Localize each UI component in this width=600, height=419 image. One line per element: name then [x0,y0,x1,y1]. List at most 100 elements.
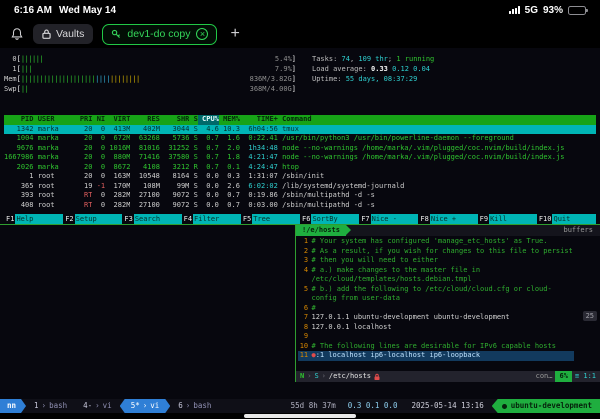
meter-bar: || 368M/4.00G [21,84,292,94]
meter-bar: ||| 7.9% [21,64,292,74]
col-pri: PRI [76,115,93,125]
lock-icon [42,29,51,39]
function-key-number: F6 [300,214,311,224]
meter-bar-used: |||||| [21,54,43,64]
vim-line: 9 [298,332,574,342]
terminal-screen[interactable]: 0 [ |||||| 5.4% ] 1 [ ||| [0,48,600,399]
function-key-button[interactable]: F2 Setup [63,214,122,224]
tmux-window-list: 1 › bash 4- › vi 5* › vi 6 › bash [26,399,219,413]
function-key-button[interactable]: F6 SortBy [300,214,359,224]
window-index: 5* [131,399,140,413]
function-key-button[interactable]: F8 Nice + [418,214,477,224]
cell-ni: 0 [92,163,105,173]
vim-line: 7 127.0.1.1 ubuntu-development ubuntu-de… [298,313,574,323]
line-number: 7 [298,313,311,323]
vim-buffer-content[interactable]: 1 # Your system has configured 'manage_e… [296,236,600,371]
cell-state: S [189,125,197,135]
cell-cpu: 0.0 [198,172,219,182]
process-row: 393 root RT 0 282M 27100 9072 S 0.0 0.7 … [4,191,596,201]
tmux-window-item[interactable]: 1 › bash [26,399,75,413]
meter-close-bracket: ] [292,64,296,74]
process-table: 1342 marka 20 0 413M 402M 3044 S 4.6 10.… [4,125,596,211]
cell-pid: 1342 [4,125,34,135]
meter-row: Swp [ || 368M/4.00G ] [4,84,296,94]
meter-close-bracket: ] [292,74,296,84]
tab-close-button[interactable]: × [196,28,208,40]
bell-icon [10,27,24,41]
function-key-number: F9 [478,214,489,224]
kernel-log-pane[interactable] [0,225,296,382]
tab-title: dev1-do copy [127,28,190,40]
process-table-header[interactable]: PID USER PRI NI VIRT RES SHR S CPU% MEM%… [4,115,596,125]
process-row: 1342 marka 20 0 413M 402M 3044 S 4.6 10.… [4,125,596,135]
notifications-bell-button[interactable] [10,27,24,41]
cell-mem: 1.8 [219,153,240,163]
line-text: 127.0.0.1 localhost [311,323,574,333]
window-index: 1 [34,399,39,413]
terminal-tab-active[interactable]: dev1-do copy × [102,24,217,45]
meter-label: Mem [4,74,17,84]
col-ni: NI [92,115,105,125]
status-time-date: 6:16 AM Wed May 14 [14,5,116,16]
process-row: 1 root 20 0 163M 10548 8164 S 0.0 0.3 1:… [4,172,596,182]
cell-user: marka [34,125,76,135]
tasks-line: Tasks: 74, 109 thr; 1 running [312,54,434,64]
function-key-button[interactable]: F1 Help [4,214,63,224]
clock-text: 6:16 AM [14,5,52,16]
cell-virt: 282M [105,191,130,201]
col-mem: MEM% [219,115,240,125]
vim-buffer-tab[interactable]: !/e/hosts [296,225,346,236]
tmux-window-item[interactable]: 4- › vi [75,399,120,413]
meter-label: 0 [4,54,17,64]
cell-command: /sbin/multipathd -d -s [278,201,596,211]
cell-time: 0:19.86 [240,191,278,201]
cell-shr: 3212 [160,163,190,173]
cell-shr: 9072 [160,201,190,211]
line-text: # b.) add the following to /etc/cloud/cl… [311,285,574,304]
tmux-hostname-segment: ubuntu-development [492,399,600,413]
cell-mem: 0.7 [219,201,240,211]
vim-tabline: !/e/hosts buffers [296,225,600,236]
cell-cpu: 0.7 [198,153,219,163]
vim-pane[interactable]: !/e/hosts buffers 1 # Your system has co… [296,225,600,382]
cell-pri: 20 [76,134,93,144]
window-name: bash [49,399,67,413]
home-indicator[interactable] [244,414,356,418]
cell-virt: 282M [105,201,130,211]
vim-flag: S [312,371,320,382]
cell-time: 6:02:02 [240,182,278,192]
tmux-window-item[interactable]: 6 › bash [170,399,219,413]
cell-cpu: 0.7 [198,144,219,154]
function-key-button[interactable]: F9 Kill [478,214,537,224]
function-key-button[interactable]: F10 Quit [537,214,596,224]
vim-line: 4 # a.) make changes to the master file … [298,266,574,285]
cell-mem: 2.6 [219,182,240,192]
cell-cpu: 0.0 [198,191,219,201]
vaults-button[interactable]: Vaults [33,24,93,44]
process-row: 2026 marka 20 0 8672 4108 3212 R 0.7 0.1… [4,163,596,173]
htop-pane[interactable]: 0 [ |||||| 5.4% ] 1 [ ||| [0,48,600,224]
cell-cpu: 0.0 [198,201,219,211]
cell-user: marka [34,134,76,144]
col-shr: SHR [160,115,190,125]
tmux-window-item[interactable]: 5* › vi [120,399,171,413]
battery-percent-label: 93% [543,5,563,16]
process-row: 9676 marka 20 0 1016M 81016 31252 S 0.7 … [4,144,596,154]
function-key-number: F5 [241,214,252,224]
cell-virt: 8672 [105,163,130,173]
cell-time: 4:21:47 [240,153,278,163]
function-key-button[interactable]: F5 Tree [241,214,300,224]
cell-state: S [189,172,197,182]
function-key-button[interactable]: F7 Nice - [359,214,418,224]
cell-res: 27100 [130,191,160,201]
key-icon [111,29,121,39]
function-key-button[interactable]: F4 Filter [182,214,241,224]
meter-value: 368M/4.00G [250,84,292,94]
function-key-label: Nice + [430,214,478,224]
cell-pid: 2026 [4,163,34,173]
new-tab-button[interactable]: + [226,25,243,43]
function-key-button[interactable]: F3 Search [122,214,181,224]
cell-res: 81016 [130,144,160,154]
cell-state: S [189,134,197,144]
cell-command: /usr/bin/python3 /usr/bin/powerline-daem… [278,134,596,144]
